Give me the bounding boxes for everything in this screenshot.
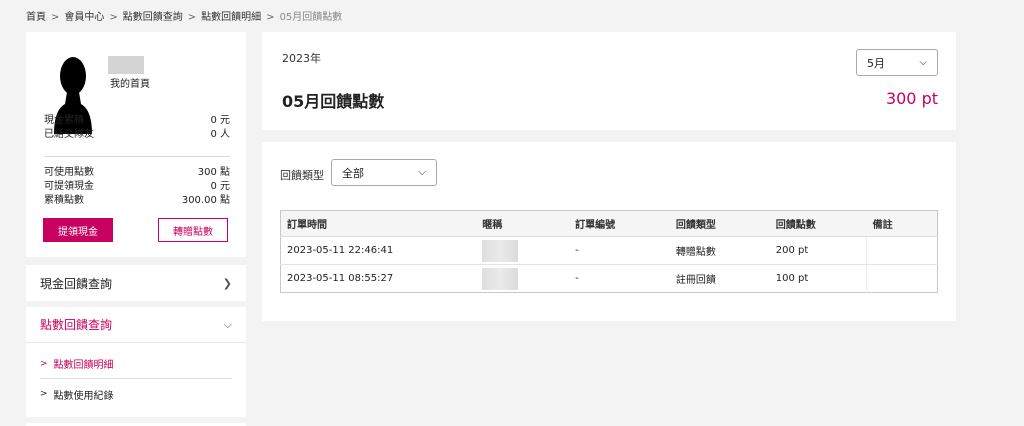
cell-feedback-type: 轉贈點數	[669, 236, 770, 265]
profile-card: 我的首頁 現金累積 0 元 已結交隊友 0 人 可使用點數 300 點 可提領現…	[26, 32, 246, 257]
breadcrumb-current: 05月回饋點數	[279, 12, 343, 23]
stat-row-withdrawable-cash: 可提領現金 0 元	[44, 180, 230, 194]
breadcrumb-separator: >	[266, 12, 275, 23]
table-row: 2023-05-11 22:46:41 - 轉贈點數 200 pt	[280, 236, 938, 265]
stat-label: 可提領現金	[44, 181, 94, 192]
divider	[44, 156, 230, 157]
cell-nickname	[476, 236, 570, 265]
stats-cash-group: 現金累積 0 元 已結交隊友 0 人	[44, 114, 230, 142]
filter-label: 回饋類型	[280, 169, 324, 182]
withdraw-cash-button[interactable]: 提領現金	[43, 218, 113, 242]
sub-item-points-detail[interactable]: > 點數回饋明細	[40, 349, 232, 379]
stat-label: 累積點數	[44, 195, 84, 206]
stats-points-group: 可使用點數 300 點 可提領現金 0 元 累積點數 300.00 點	[44, 166, 230, 208]
menu-head-cash-query[interactable]: 現金回饋查詢 ❯	[26, 265, 246, 301]
stat-value: 300 點	[197, 167, 230, 178]
cell-order-time: 2023-05-11 08:55:27	[287, 273, 394, 284]
sub-item-points-usage[interactable]: > 點數使用紀錄	[40, 379, 232, 409]
feedback-table: 訂單時間 暱稱 訂單編號 回饋類型 回饋點數 備註 2023-05-11 22:…	[280, 210, 938, 293]
sub-item-label: 點數使用紀錄	[53, 390, 114, 402]
breadcrumb-separator: >	[51, 12, 60, 23]
stat-row-cash-accumulated: 現金累積 0 元	[44, 114, 230, 128]
type-selected-value: 全部	[342, 166, 364, 180]
stat-label: 已結交隊友	[44, 129, 94, 140]
sub-item-label: 點數回饋明細	[53, 360, 114, 371]
sidebar: 我的首頁 現金累積 0 元 已結交隊友 0 人 可使用點數 300 點 可提領現…	[26, 32, 246, 426]
menu-head-points-query[interactable]: 點數回饋查詢 ⌵	[26, 307, 246, 343]
chevron-down-icon: ⌵	[919, 57, 927, 68]
breadcrumb-points-query[interactable]: 點數回饋查詢	[123, 12, 183, 23]
cell-nickname	[476, 265, 569, 293]
chevron-right-icon: ❯	[222, 276, 232, 290]
detail-card: 回饋類型 全部 ⌵ 訂單時間 暱稱 訂單編號 回饋類型 回饋點數 備註 2023…	[262, 142, 956, 321]
transfer-points-button[interactable]: 轉贈點數	[158, 218, 228, 242]
nickname-blurred	[482, 239, 519, 262]
menu-label: 現金回饋查詢	[40, 276, 113, 291]
column-header: 回饋點數	[769, 210, 867, 237]
breadcrumb-points-detail[interactable]: 點數回饋明細	[201, 12, 261, 23]
stat-value: 300.00 點	[181, 195, 230, 206]
cell-feedback-type: 註冊回饋	[675, 275, 716, 286]
chevron-right-icon: >	[40, 389, 48, 399]
stat-row-usable-points: 可使用點數 300 點	[44, 166, 230, 180]
summary-card: 2023年 5月 ⌵ 05月回饋點數 300 pt	[262, 32, 956, 130]
cell-order-number: -	[575, 273, 579, 284]
nickname-blurred	[482, 267, 519, 290]
cell-feedback-points: 200 pt	[769, 236, 868, 265]
year-label: 2023年	[282, 52, 321, 65]
month-select[interactable]: 5月 ⌵	[856, 49, 938, 76]
table-header-row: 訂單時間 暱稱 訂單編號 回饋類型 回饋點數 備註	[280, 210, 938, 237]
cell-note	[866, 236, 938, 265]
stat-value: 0 人	[210, 129, 230, 140]
nickname-blurred	[108, 56, 144, 74]
chevron-down-icon: ⌵	[418, 167, 426, 178]
cell-note	[867, 265, 938, 293]
menu-cash-query[interactable]: 現金回饋查詢 ❯	[26, 265, 246, 301]
breadcrumb-member-center[interactable]: 會員中心	[64, 12, 104, 23]
chevron-right-icon: >	[40, 358, 48, 369]
stat-label: 現金累積	[44, 115, 84, 126]
stat-value: 0 元	[210, 115, 230, 126]
feedback-type-select[interactable]: 全部 ⌵	[331, 159, 437, 186]
column-header: 回饋類型	[669, 210, 770, 237]
my-home-link[interactable]: 我的首頁	[110, 75, 150, 90]
breadcrumb-separator: >	[187, 12, 197, 23]
menu-label: 點數回饋查詢	[40, 318, 113, 332]
breadcrumb-home[interactable]: 首頁	[26, 12, 46, 23]
month-selected-value: 5月	[867, 56, 885, 70]
stat-value: 0 元	[210, 181, 230, 192]
page-title: 05月回饋點數	[282, 92, 385, 111]
cell-feedback-points: 100 pt	[769, 264, 868, 293]
breadcrumb-separator: >	[109, 12, 118, 23]
chevron-down-icon: ⌵	[223, 317, 232, 331]
column-header: 暱稱	[476, 210, 570, 237]
menu-points-query: 點數回饋查詢 ⌵ > 點數回饋明細 > 點數使用紀錄	[26, 307, 246, 417]
cell-order-time: 2023-05-11 22:46:41	[280, 236, 477, 265]
table-row: 2023-05-11 08:55:27 - 註冊回饋 100 pt	[281, 264, 938, 293]
column-header: 訂單編號	[569, 210, 670, 237]
column-header: 訂單時間	[280, 210, 477, 237]
total-points: 300 pt	[885, 89, 938, 108]
stat-row-accumulated-points: 累積點數 300.00 點	[44, 194, 230, 208]
cell-order-number: -	[569, 236, 670, 265]
stat-label: 可使用點數	[44, 167, 94, 178]
breadcrumb: 首頁 > 會員中心 > 點數回饋查詢 > 點數回饋明細 >05月回饋點數	[26, 8, 342, 23]
column-header: 備註	[866, 210, 938, 237]
stat-row-teammates: 已結交隊友 0 人	[44, 128, 230, 142]
